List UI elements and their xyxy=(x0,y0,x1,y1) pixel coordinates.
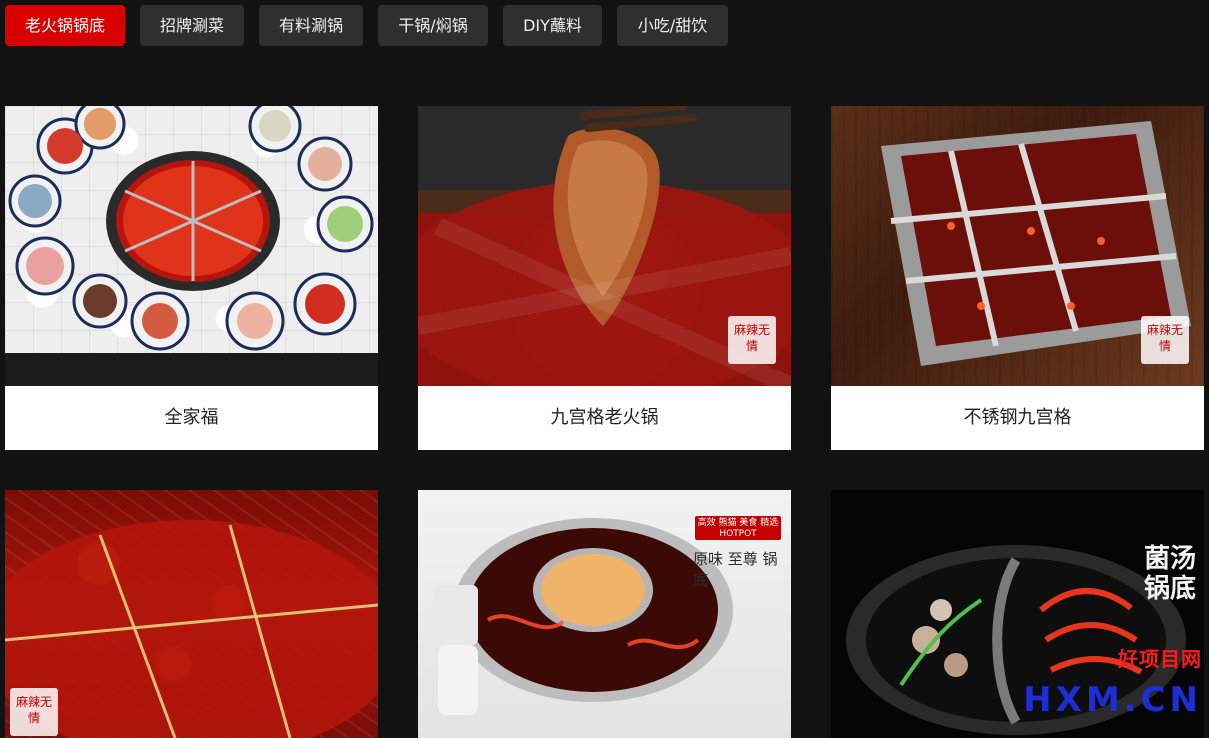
hotpot-badge-line2: HOTPOT xyxy=(719,529,757,539)
mushroom-soup-pot-illustration xyxy=(846,545,1186,735)
tab-signature-dishes[interactable]: 招牌涮菜 xyxy=(140,5,244,46)
hotpot-spread-illustration xyxy=(8,106,374,351)
hotpot-badge-line1: 高效 熊猫 美食 精选 xyxy=(697,518,779,528)
product-card-nine-grid-old-hotpot[interactable]: 麻辣无情 九宫格老火锅 xyxy=(418,106,791,450)
product-image: 麻辣无情 xyxy=(5,490,378,738)
brand-stamp: 麻辣无情 xyxy=(728,316,776,364)
tab-hotpot-with-ingredients[interactable]: 有料涮锅 xyxy=(259,5,363,46)
product-title: 不锈钢九宫格 xyxy=(831,386,1204,450)
product-title: 全家福 xyxy=(5,386,378,450)
brand-stamp-text: 麻辣无情 xyxy=(1146,323,1183,353)
hotpot-badge-subtitle: 原味 至尊 锅底 xyxy=(693,550,778,589)
tab-dry-pot[interactable]: 干锅/焖锅 xyxy=(378,5,488,46)
product-card-mushroom-soup-base[interactable]: 菌汤锅底 xyxy=(831,490,1204,738)
product-image: 麻辣无情 xyxy=(418,106,791,386)
soup-title: 菌汤锅底 xyxy=(1144,544,1197,604)
product-image: 高效 熊猫 美食 精选 HOTPOT 原味 至尊 锅底 xyxy=(418,490,791,738)
product-image: 菌汤锅底 xyxy=(831,490,1204,738)
product-card-original-yak-base[interactable]: 高效 熊猫 美食 精选 HOTPOT 原味 至尊 锅底 xyxy=(418,490,791,738)
product-image xyxy=(5,106,378,353)
product-image: 麻辣无情 xyxy=(831,106,1204,386)
brand-stamp-text: 麻辣无情 xyxy=(15,695,52,725)
tab-diy-dipping-sauce[interactable]: DIY蘸料 xyxy=(503,5,602,46)
product-card-family-feast[interactable]: 全家福 xyxy=(5,106,378,450)
brand-stamp-text: 麻辣无情 xyxy=(733,323,770,353)
tab-snacks-sweet-drinks[interactable]: 小吃/甜饮 xyxy=(617,5,728,46)
product-title: 九宫格老火锅 xyxy=(418,386,791,450)
hotpot-badge: 高效 熊猫 美食 精选 HOTPOT xyxy=(695,516,781,540)
brand-stamp: 麻辣无情 xyxy=(1141,316,1189,364)
menu-page: 老火锅锅底 招牌涮菜 有料涮锅 干锅/焖锅 DIY蘸料 小吃/甜饮 全家福 麻辣… xyxy=(0,0,1209,738)
brand-stamp: 麻辣无情 xyxy=(10,688,58,736)
product-card-red-hotpot[interactable]: 麻辣无情 xyxy=(5,490,378,738)
chili-hotpot-illustration xyxy=(5,520,378,738)
product-card-stainless-nine-grid[interactable]: 麻辣无情 不锈钢九宫格 xyxy=(831,106,1204,450)
tab-old-hotpot-base[interactable]: 老火锅锅底 xyxy=(5,5,125,46)
